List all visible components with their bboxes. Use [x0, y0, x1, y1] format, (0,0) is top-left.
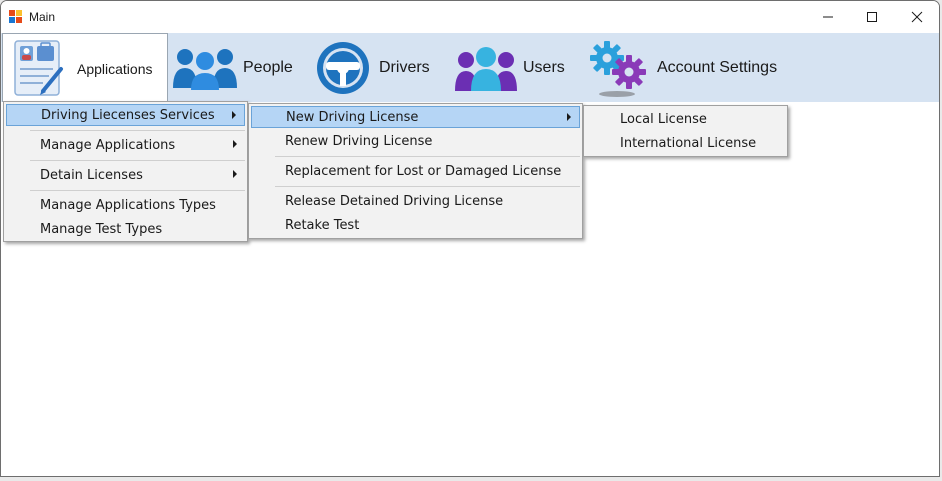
menu-item-manage-applications-types[interactable]: Manage Applications Types [6, 194, 245, 216]
menu-item-label: Renew Driving License [285, 133, 433, 149]
menu-item-manage-test-types[interactable]: Manage Test Types [6, 218, 245, 240]
close-icon [911, 11, 923, 23]
people-icon [173, 48, 237, 90]
submenu-arrow-icon [233, 170, 237, 178]
menu-item-label: International License [620, 135, 757, 151]
menu-item-replacement-license[interactable]: Replacement for Lost or Damaged License [251, 160, 580, 182]
menu-item-local-license[interactable]: Local License [586, 108, 785, 130]
menu-item-label: Manage Test Types [40, 221, 163, 237]
minimize-button[interactable] [805, 1, 851, 33]
minimize-icon [823, 16, 833, 18]
menu-account-settings[interactable]: Account Settings [587, 33, 787, 102]
new-license-submenu: Local License International License [583, 105, 788, 157]
submenu-arrow-icon [233, 140, 237, 148]
separator [30, 130, 245, 131]
submenu-arrow-icon [567, 113, 571, 121]
menu-item-renew-driving-license[interactable]: Renew Driving License [251, 130, 580, 152]
window-title: Main [29, 10, 56, 24]
close-button[interactable] [894, 1, 939, 33]
applications-dropdown: Driving Liecenses Services Manage Applic… [3, 101, 248, 242]
gears-icon [590, 40, 646, 97]
applications-icon [14, 40, 63, 96]
menu-item-international-license[interactable]: International License [586, 132, 785, 154]
menu-item-label: Manage Applications [40, 137, 176, 153]
menu-item-retake-test[interactable]: Retake Test [251, 214, 580, 236]
app-icon [9, 10, 22, 23]
menu-item-label: Retake Test [285, 217, 360, 233]
menu-item-release-detained-license[interactable]: Release Detained Driving License [251, 190, 580, 212]
maximize-icon [867, 12, 877, 22]
menu-account-settings-label: Account Settings [657, 58, 778, 76]
menu-drivers-label: Drivers [379, 58, 430, 76]
menu-users[interactable]: Users [453, 33, 573, 102]
menu-people-label: People [243, 58, 293, 76]
menu-item-manage-applications[interactable]: Manage Applications [6, 134, 245, 156]
separator [30, 190, 245, 191]
separator [30, 160, 245, 161]
menu-users-label: Users [523, 58, 565, 76]
menu-applications[interactable]: Applications [2, 33, 168, 102]
separator [275, 186, 580, 187]
menu-item-label: New Driving License [286, 109, 419, 125]
menu-item-label: Replacement for Lost or Damaged License [285, 163, 562, 179]
submenu-arrow-icon [232, 111, 236, 119]
driving-services-submenu: New Driving License Renew Driving Licens… [248, 103, 583, 239]
title-bar[interactable]: Main [1, 1, 939, 33]
menu-item-label: Local License [620, 111, 707, 127]
menu-people[interactable]: People [171, 33, 301, 102]
menu-item-label: Detain Licenses [40, 167, 143, 183]
users-icon [455, 46, 517, 91]
menu-applications-label: Applications [77, 61, 153, 77]
maximize-button[interactable] [849, 1, 895, 33]
menu-item-label: Manage Applications Types [40, 197, 216, 213]
menu-drivers[interactable]: Drivers [315, 33, 445, 102]
menu-item-label: Driving Liecenses Services [41, 107, 215, 123]
steering-wheel-icon [317, 41, 369, 94]
main-window: Main Applications People Drivers Users A… [0, 0, 940, 477]
menu-item-driving-licenses-services[interactable]: Driving Liecenses Services [6, 104, 245, 126]
menu-item-detain-licenses[interactable]: Detain Licenses [6, 164, 245, 186]
main-menu-bar: Applications People Drivers Users Accoun… [1, 33, 939, 102]
separator [275, 156, 580, 157]
menu-item-new-driving-license[interactable]: New Driving License [251, 106, 580, 128]
menu-item-label: Release Detained Driving License [285, 193, 504, 209]
